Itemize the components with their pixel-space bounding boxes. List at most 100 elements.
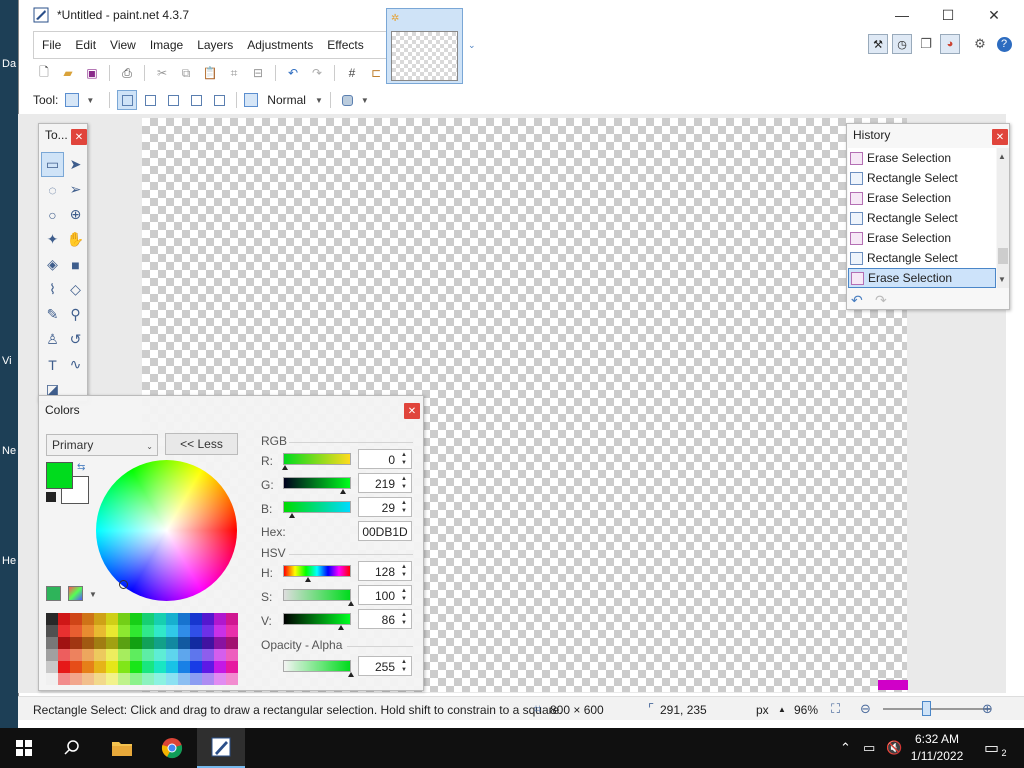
palette-swatch[interactable]: [46, 673, 58, 685]
volume-muted-icon[interactable]: 🔇: [886, 740, 902, 756]
history-item[interactable]: Erase Selection: [848, 268, 996, 288]
units-dropdown-icon[interactable]: ▲: [778, 705, 786, 714]
palette-swatch[interactable]: [106, 661, 118, 673]
green-slider-handle[interactable]: [340, 489, 346, 494]
palette-swatch[interactable]: [202, 637, 214, 649]
history-item[interactable]: Erase Selection: [848, 228, 996, 248]
palette-swatch[interactable]: [70, 637, 82, 649]
rectangle-select-icon[interactable]: ▭: [41, 152, 64, 177]
palette-swatch[interactable]: [226, 661, 238, 673]
current-tool-icon[interactable]: [65, 93, 80, 107]
menu-layers[interactable]: Layers: [197, 38, 233, 52]
paint-bucket-icon[interactable]: ◈: [41, 252, 64, 277]
palette-swatch[interactable]: [166, 661, 178, 673]
blend-mode-icon[interactable]: [244, 93, 259, 107]
hue-slider[interactable]: [283, 565, 351, 577]
palette-swatch[interactable]: [94, 637, 106, 649]
selection-quality-icon[interactable]: [338, 90, 358, 110]
spinner-arrows-icon[interactable]: ▲ ▼: [398, 451, 410, 467]
spinner-arrows-icon[interactable]: ▲ ▼: [398, 563, 410, 579]
palette-swatch[interactable]: [106, 673, 118, 685]
palette-swatch[interactable]: [142, 673, 154, 685]
palette-swatch[interactable]: [142, 625, 154, 637]
palette-swatch[interactable]: [94, 649, 106, 661]
palette-swatch[interactable]: [142, 661, 154, 673]
layers-window-toggle-icon[interactable]: ❐: [916, 34, 936, 54]
palette-swatch[interactable]: [70, 613, 82, 625]
palette-swatch[interactable]: [178, 673, 190, 685]
desktop-icon-label[interactable]: Da: [2, 58, 16, 70]
palette-swatch[interactable]: [214, 613, 226, 625]
gradient-icon[interactable]: ■: [64, 252, 87, 277]
grid-icon[interactable]: #: [341, 63, 363, 83]
hue-slider-handle[interactable]: [305, 577, 311, 582]
history-item[interactable]: Rectangle Select: [848, 168, 996, 188]
palette-swatch[interactable]: [82, 649, 94, 661]
spinner-arrows-icon[interactable]: ▲ ▼: [398, 475, 410, 491]
palette-swatch[interactable]: [154, 637, 166, 649]
palette-swatch[interactable]: [70, 649, 82, 661]
blend-mode-dropdown-icon[interactable]: ▼: [315, 96, 323, 105]
value-slider-handle[interactable]: [338, 625, 344, 630]
menu-edit[interactable]: Edit: [75, 38, 96, 52]
palette-swatch[interactable]: [94, 613, 106, 625]
palette-swatch[interactable]: [106, 649, 118, 661]
palette-swatch[interactable]: [226, 649, 238, 661]
primary-color-swatch[interactable]: [46, 462, 73, 489]
palette-swatch[interactable]: [214, 673, 226, 685]
scrollbar-thumb[interactable]: [998, 248, 1008, 264]
palette-swatch[interactable]: [58, 613, 70, 625]
palette-swatch[interactable]: [130, 649, 142, 661]
line-curve-icon[interactable]: ∿: [64, 352, 87, 377]
clone-stamp-icon[interactable]: ♙: [41, 327, 64, 352]
zoom-level[interactable]: 96%: [794, 703, 818, 717]
palette-swatch[interactable]: [46, 649, 58, 661]
blue-value-input[interactable]: 29 ▲ ▼: [358, 497, 412, 517]
alpha-slider[interactable]: [283, 660, 351, 672]
value-value-input[interactable]: 86 ▲ ▼: [358, 609, 412, 629]
history-item[interactable]: Rectangle Select: [848, 248, 996, 268]
history-window-toggle-icon[interactable]: ◷: [892, 34, 912, 54]
add-to-palette-icon[interactable]: [46, 586, 61, 601]
palette-dropdown-icon[interactable]: ▼: [89, 590, 97, 599]
palette-swatch[interactable]: [130, 673, 142, 685]
print-icon[interactable]: ⎙: [116, 63, 138, 83]
palette-swatch[interactable]: [202, 625, 214, 637]
palette-swatch[interactable]: [226, 673, 238, 685]
palette-swatch[interactable]: [46, 637, 58, 649]
palette-swatch[interactable]: [226, 613, 238, 625]
zoom-icon[interactable]: ⊕: [64, 202, 87, 227]
maximize-button[interactable]: ☐: [925, 0, 971, 30]
selection-mode-union[interactable]: [140, 90, 160, 110]
red-value-input[interactable]: 0 ▲ ▼: [358, 449, 412, 469]
palette-swatch[interactable]: [118, 625, 130, 637]
palette-menu-icon[interactable]: [68, 586, 83, 601]
palette-swatch[interactable]: [46, 625, 58, 637]
palette-swatch[interactable]: [166, 673, 178, 685]
blend-mode-value[interactable]: Normal: [267, 93, 306, 107]
palette-swatch[interactable]: [82, 613, 94, 625]
spinner-arrows-icon[interactable]: ▲ ▼: [398, 587, 410, 603]
saturation-slider[interactable]: [283, 589, 351, 601]
history-item[interactable]: Erase Selection: [848, 188, 996, 208]
palette-swatch[interactable]: [154, 613, 166, 625]
palette-swatch[interactable]: [154, 673, 166, 685]
palette-swatch[interactable]: [118, 637, 130, 649]
palette-swatch[interactable]: [190, 613, 202, 625]
palette-swatch[interactable]: [166, 613, 178, 625]
palette-swatch[interactable]: [142, 613, 154, 625]
menu-file[interactable]: File: [42, 38, 61, 52]
zoom-slider[interactable]: [883, 708, 991, 710]
units-selector[interactable]: px: [756, 703, 769, 717]
menu-view[interactable]: View: [110, 38, 136, 52]
color-picker-icon[interactable]: ⚲: [64, 302, 87, 327]
palette-swatch[interactable]: [130, 613, 142, 625]
palette-swatch[interactable]: [94, 673, 106, 685]
palette-swatch[interactable]: [142, 649, 154, 661]
palette-swatch[interactable]: [118, 649, 130, 661]
help-icon[interactable]: ?: [994, 34, 1014, 54]
palette-swatch[interactable]: [82, 625, 94, 637]
scroll-down-icon[interactable]: ▼: [998, 275, 1006, 284]
undo-icon[interactable]: ↶: [282, 63, 304, 83]
alpha-slider-handle[interactable]: [348, 672, 354, 677]
